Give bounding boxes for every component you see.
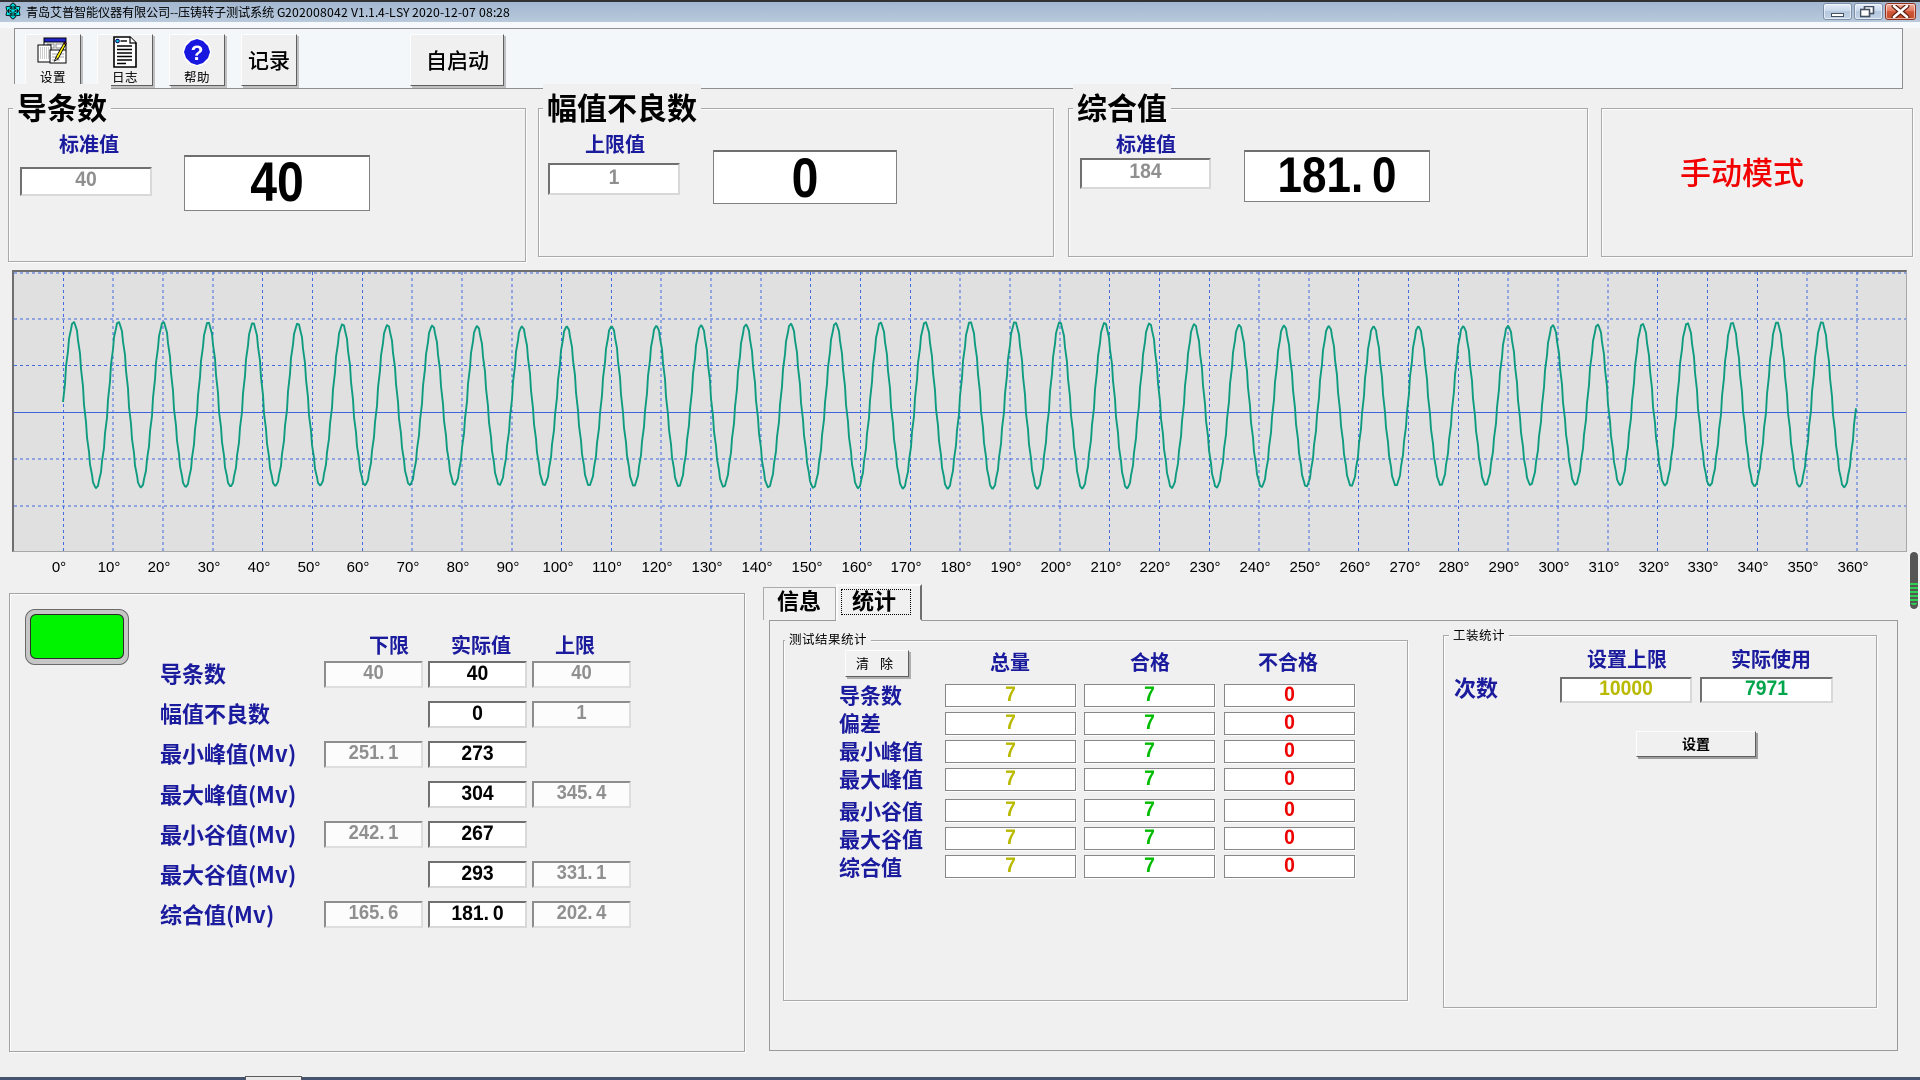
svg-text:?: ? xyxy=(191,42,204,65)
